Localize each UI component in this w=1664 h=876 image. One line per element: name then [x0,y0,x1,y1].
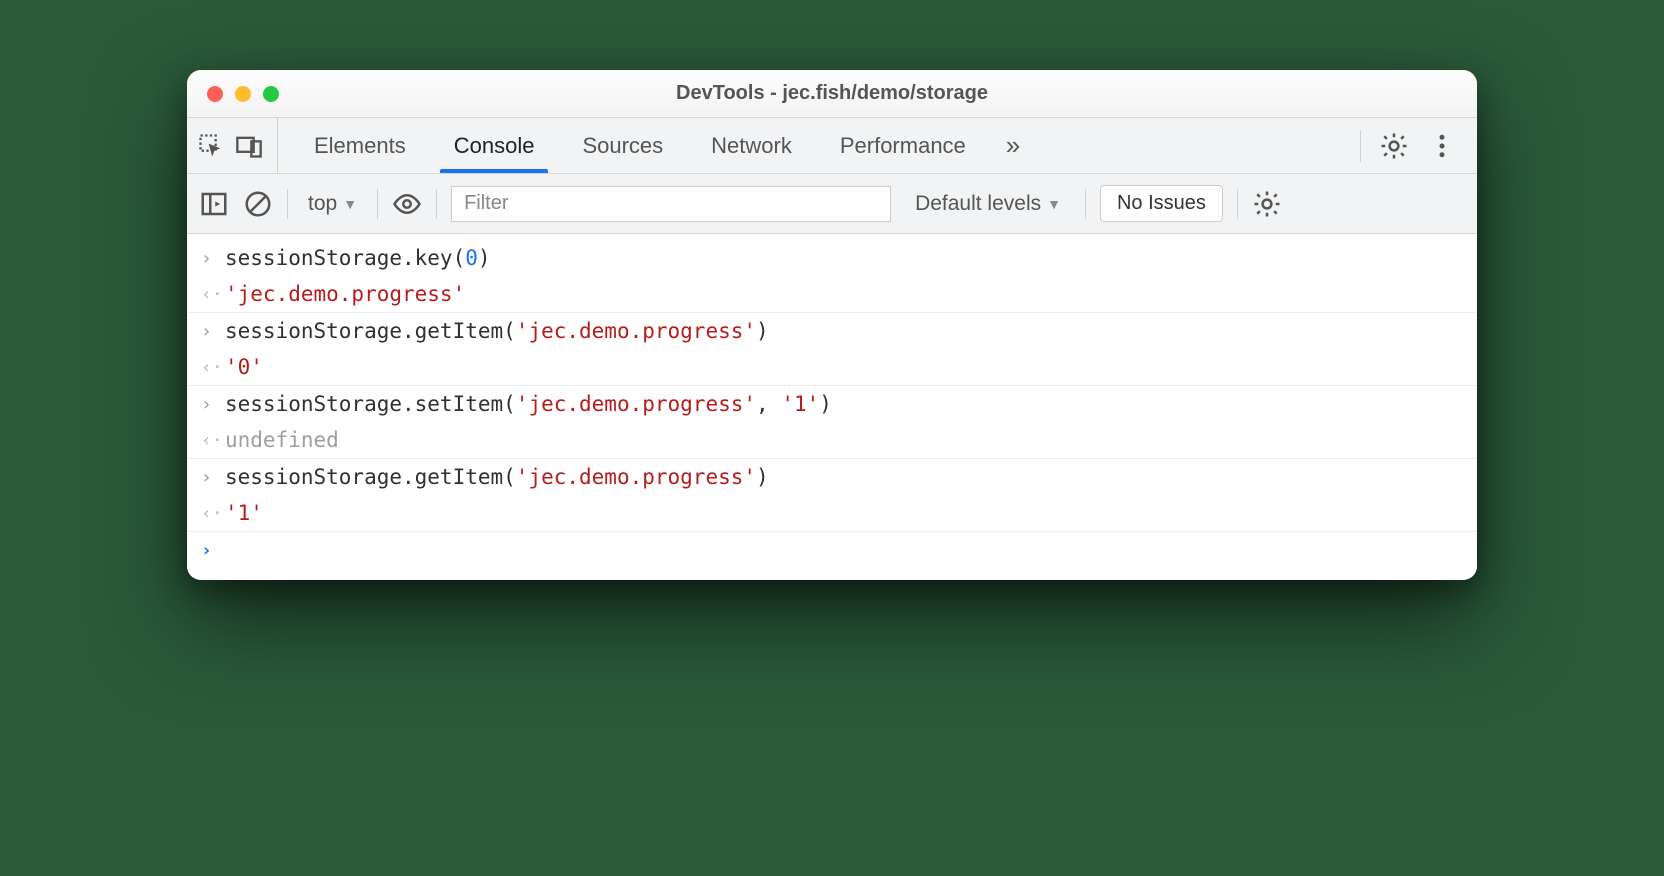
toggle-sidebar-icon[interactable] [199,189,229,219]
devtools-window: DevTools - jec.fish/demo/storage Element… [187,70,1477,580]
prompt-chevron-icon: › [201,538,225,561]
chevron-down-icon: ▼ [1047,196,1061,212]
settings-gear-icon[interactable] [1379,131,1409,161]
console-code: sessionStorage.key(0) [225,246,491,270]
filter-input[interactable] [451,186,891,222]
tab-sources[interactable]: Sources [560,118,685,173]
maximize-window-button[interactable] [263,86,279,102]
inspect-element-icon[interactable] [197,132,225,160]
console-output-row: ‹·'1' [187,495,1477,532]
console-prompt-row[interactable]: › [187,532,1477,568]
window-controls [207,86,279,102]
issues-button[interactable]: No Issues [1100,185,1223,222]
minimize-window-button[interactable] [235,86,251,102]
tab-network[interactable]: Network [689,118,814,173]
input-chevron-icon: › [201,319,225,342]
log-levels-selector[interactable]: Default levels ▼ [905,192,1071,216]
console-output-row: ‹·undefined [187,422,1477,459]
console-code: sessionStorage.getItem('jec.demo.progres… [225,465,769,489]
live-expression-eye-icon[interactable] [392,189,422,219]
input-chevron-icon: › [201,465,225,488]
device-toolbar-icon[interactable] [235,132,263,160]
console-output: ›sessionStorage.key(0)‹·'jec.demo.progre… [187,234,1477,580]
console-output-row: ‹·'0' [187,349,1477,386]
window-title: DevTools - jec.fish/demo/storage [205,82,1459,105]
console-input-row: ›sessionStorage.setItem('jec.demo.progre… [187,386,1477,422]
tabs-overflow-button[interactable]: » [992,118,1034,173]
console-code: undefined [225,428,339,452]
clear-console-icon[interactable] [243,189,273,219]
console-output-row: ‹·'jec.demo.progress' [187,276,1477,313]
more-menu-icon[interactable] [1427,131,1457,161]
input-chevron-icon: › [201,392,225,415]
tab-console[interactable]: Console [432,118,557,173]
console-settings-gear-icon[interactable] [1252,189,1282,219]
chevron-down-icon: ▼ [343,196,357,212]
output-chevron-icon: ‹· [201,428,225,451]
panel-tabbar: Elements Console Sources Network Perform… [187,118,1477,174]
titlebar: DevTools - jec.fish/demo/storage [187,70,1477,118]
console-code: '0' [225,355,263,379]
input-chevron-icon: › [201,246,225,269]
tab-performance[interactable]: Performance [818,118,988,173]
console-input-row: ›sessionStorage.key(0) [187,240,1477,276]
console-code: sessionStorage.setItem('jec.demo.progres… [225,392,832,416]
console-input-row: ›sessionStorage.getItem('jec.demo.progre… [187,313,1477,349]
output-chevron-icon: ‹· [201,355,225,378]
output-chevron-icon: ‹· [201,282,225,305]
console-code: 'jec.demo.progress' [225,282,465,306]
console-code: '1' [225,501,263,525]
execution-context-selector[interactable]: top ▼ [302,192,363,216]
console-toolbar: top ▼ Default levels ▼ No Issues [187,174,1477,234]
output-chevron-icon: ‹· [201,501,225,524]
close-window-button[interactable] [207,86,223,102]
console-input-row: ›sessionStorage.getItem('jec.demo.progre… [187,459,1477,495]
console-code: sessionStorage.getItem('jec.demo.progres… [225,319,769,343]
tab-elements[interactable]: Elements [292,118,428,173]
